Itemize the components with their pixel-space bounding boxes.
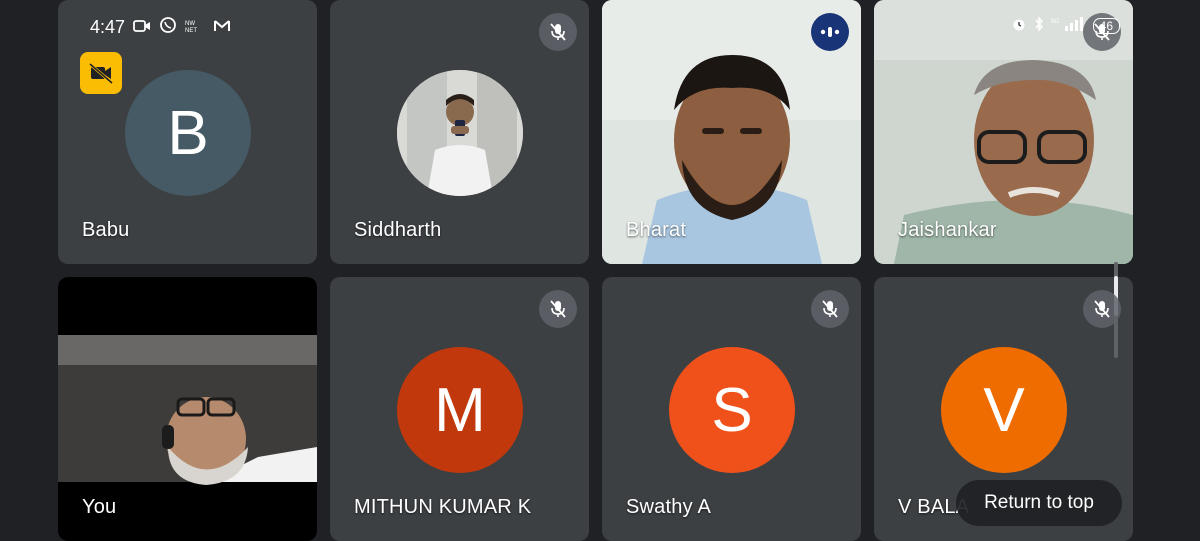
avatar: V	[941, 347, 1067, 473]
video-icon	[133, 17, 151, 38]
svg-text:NW: NW	[185, 21, 195, 27]
mic-off-icon	[811, 290, 849, 328]
mic-off-icon	[539, 13, 577, 51]
bluetooth-icon	[1033, 16, 1045, 35]
participant-name: Babu	[82, 219, 130, 241]
profile-photo	[397, 70, 523, 196]
avatar: S	[669, 347, 795, 473]
whatsapp-icon	[159, 16, 177, 39]
signal-icon: 5G	[1051, 16, 1087, 35]
nw-net-icon: NW NET	[185, 17, 205, 38]
alarm-icon	[1011, 16, 1027, 35]
participant-tile-swathy-a[interactable]: S Swathy A	[602, 277, 861, 541]
participant-name: You	[82, 496, 117, 518]
participant-tile-siddharth[interactable]: Siddharth	[330, 0, 589, 264]
participant-tile-bharat[interactable]: Bharat	[602, 0, 861, 264]
status-time: 4:47	[90, 17, 126, 37]
mic-off-icon	[539, 290, 577, 328]
participant-tile-you[interactable]: You	[58, 277, 317, 541]
battery-indicator: 46	[1092, 17, 1120, 34]
svg-text:5G: 5G	[1051, 19, 1059, 25]
svg-text:NET: NET	[185, 28, 197, 33]
participant-name: MITHUN KUMAR K	[354, 496, 532, 518]
avatar: M	[397, 347, 523, 473]
participant-name: Jaishankar	[898, 219, 997, 241]
participant-tile-jaishankar[interactable]: Jaishankar	[874, 0, 1133, 264]
avatar-initial: V	[983, 375, 1025, 445]
participant-name: Swathy A	[626, 496, 711, 518]
return-to-top-button[interactable]: Return to top	[956, 480, 1122, 526]
avatar: B	[125, 70, 251, 196]
status-bar-left: 4:47 NW NET	[90, 16, 231, 39]
participant-name: Bharat	[626, 219, 687, 241]
camera-off-icon	[80, 52, 122, 94]
avatar-initial: B	[167, 98, 209, 168]
mic-off-icon	[1083, 290, 1121, 328]
participant-tile-mithun-kumar-k[interactable]: M MITHUN KUMAR K	[330, 277, 589, 541]
avatar-initial: S	[711, 375, 753, 445]
participant-name: Siddharth	[354, 219, 442, 241]
status-bar-right: 5G 46	[1011, 16, 1120, 35]
speaking-indicator-icon	[811, 13, 849, 51]
gmail-icon	[213, 17, 231, 38]
participant-tile-babu[interactable]: B Babu	[58, 0, 317, 264]
avatar-initial: M	[434, 375, 486, 445]
